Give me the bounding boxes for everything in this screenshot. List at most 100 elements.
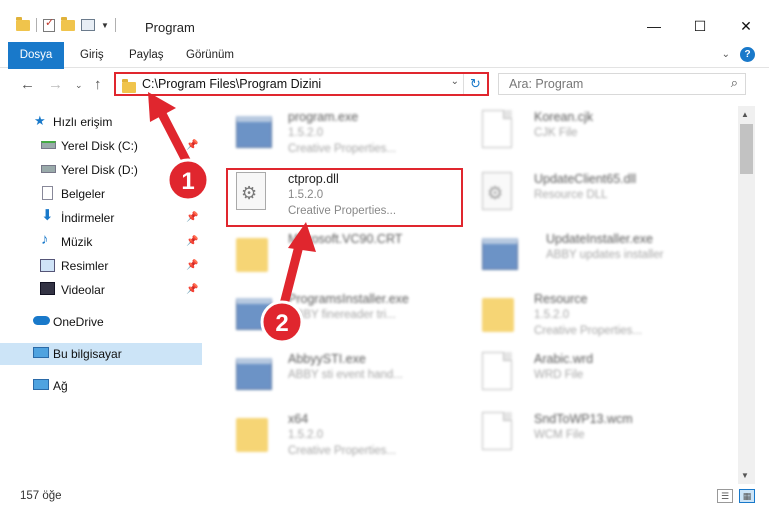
pin-icon[interactable]: 📌: [186, 236, 198, 247]
documents-icon: [42, 186, 53, 200]
search-icon[interactable]: ⌕: [731, 75, 738, 91]
file-item[interactable]: Arabic.wrd WRD File: [464, 348, 714, 404]
file-item[interactable]: SndToWP13.wcm WCM File: [464, 408, 714, 464]
pin-icon[interactable]: 📌: [186, 284, 198, 295]
back-arrow-icon[interactable]: ←: [20, 76, 35, 93]
navigation-bar: ← → ⌄ ↑ C:\Program Files\Program Dizini …: [0, 69, 769, 103]
file-item[interactable]: AbbyySTI.exe ABBY sti event hand...: [218, 348, 468, 404]
file-description: ABBY finereader tri...: [288, 309, 396, 321]
sidebar-item-videos[interactable]: Videolar 📌: [0, 279, 202, 301]
network-icon: [33, 379, 49, 390]
sidebar-item-quick-access[interactable]: ★ Hızlı erişim: [0, 111, 202, 133]
help-icon[interactable]: ?: [740, 47, 755, 62]
sidebar-item-this-pc[interactable]: Bu bilgisayar: [0, 343, 202, 365]
drive-icon: [41, 141, 56, 149]
file-name: UpdateInstaller.exe: [546, 232, 654, 246]
scroll-down-icon[interactable]: ▼: [741, 471, 749, 480]
refresh-icon[interactable]: ↻: [463, 74, 487, 94]
scrollbar-thumb[interactable]: [740, 124, 753, 174]
star-icon: ★: [34, 113, 46, 128]
pin-icon[interactable]: 📌: [186, 212, 198, 223]
sidebar-item-drive-d[interactable]: Yerel Disk (D:): [0, 159, 202, 181]
tab-view[interactable]: Görünüm: [186, 42, 234, 68]
file-name: program.exe: [288, 110, 359, 124]
minimize-button[interactable]: —: [631, 12, 677, 40]
navigation-pane: ★ Hızlı erişim Yerel Disk (C:) 📌 Yerel D…: [0, 106, 202, 486]
tab-home[interactable]: Giriş: [80, 42, 104, 68]
search-placeholder[interactable]: Ara: Program: [509, 77, 583, 91]
recent-locations-chevron-icon[interactable]: ⌄: [75, 80, 83, 91]
file-description: ABBY sti event hand...: [288, 369, 403, 381]
file-description: Creative Properties...: [288, 445, 397, 457]
sidebar-item-onedrive[interactable]: OneDrive: [0, 311, 202, 333]
title-bar: ▼ Program — ☐ ✕: [0, 0, 769, 40]
app-icon: [236, 352, 272, 394]
sidebar-item-label: Ağ: [53, 379, 68, 393]
file-name: Resource: [534, 292, 588, 306]
details-view-icon[interactable]: ☰: [717, 489, 733, 503]
folder-icon: [16, 16, 30, 31]
file-item[interactable]: Resource 1.5.2.0 Creative Properties...: [464, 288, 714, 344]
ribbon-tabs: Dosya Giriş Paylaş Görünüm ⌄ ?: [0, 42, 769, 98]
app-icon: [482, 232, 518, 274]
vertical-scrollbar[interactable]: ▲ ▼: [738, 106, 755, 484]
file-name: Microsoft.VC90.CRT: [288, 232, 403, 246]
sidebar-item-label: OneDrive: [53, 315, 104, 329]
file-type: CJK File: [534, 127, 578, 139]
file-item[interactable]: x64 1.5.2.0 Creative Properties...: [218, 408, 468, 464]
properties-check-icon[interactable]: [43, 16, 55, 32]
sidebar-item-documents[interactable]: Belgeler: [0, 183, 202, 205]
pictures-icon: [40, 259, 55, 272]
document-icon: [482, 110, 516, 152]
address-dropdown-chevron-icon[interactable]: ⌄: [451, 76, 459, 87]
sidebar-item-drive-c[interactable]: Yerel Disk (C:) 📌: [0, 135, 202, 157]
computer-icon: [33, 347, 49, 358]
file-item[interactable]: Microsoft.VC90.CRT: [218, 228, 468, 284]
file-type: WRD File: [534, 369, 584, 381]
sidebar-item-label: Hızlı erişim: [53, 115, 113, 129]
scroll-up-icon[interactable]: ▲: [741, 110, 749, 119]
file-type: Resource DLL: [534, 189, 608, 201]
file-description: Creative Properties...: [534, 325, 643, 337]
file-version: 1.5.2.0: [288, 127, 324, 139]
cloud-icon: [33, 316, 50, 325]
sidebar-item-label: Belgeler: [61, 187, 106, 201]
sidebar-item-pictures[interactable]: Resimler 📌: [0, 255, 202, 277]
maximize-button[interactable]: ☐: [677, 12, 723, 40]
file-list: program.exe 1.5.2.0 Creative Properties.…: [208, 106, 738, 484]
drive-icon: [41, 165, 56, 173]
file-item[interactable]: program.exe 1.5.2.0 Creative Properties.…: [218, 106, 468, 162]
toolbar-separator: [114, 18, 116, 32]
file-item[interactable]: ProgramsInstaller.exe ABBY finereader tr…: [218, 288, 468, 344]
sidebar-item-label: Resimler: [61, 259, 109, 273]
toolbar-separator: [36, 18, 37, 32]
file-item[interactable]: UpdateInstaller.exe ABBY updates install…: [464, 228, 714, 284]
up-arrow-icon[interactable]: ↑: [94, 76, 102, 93]
close-button[interactable]: ✕: [723, 12, 769, 40]
file-name: UpdateClient65.dll: [534, 172, 637, 186]
large-icons-view-icon[interactable]: ▦: [739, 489, 755, 503]
music-icon: ♪: [41, 231, 49, 248]
file-description: ABBY updates installer: [546, 249, 664, 261]
folder-icon: [236, 232, 270, 274]
new-folder-icon[interactable]: [61, 16, 75, 31]
pin-icon[interactable]: 📌: [186, 260, 198, 271]
address-bar[interactable]: C:\Program Files\Program Dizini ⌄ ↻: [114, 72, 489, 96]
pin-icon[interactable]: 📌: [186, 140, 198, 151]
status-bar: 157 öğe ☰ ▦: [0, 486, 769, 508]
expand-ribbon-chevron-icon[interactable]: ⌄: [722, 49, 730, 60]
customize-toolbar-icon[interactable]: [81, 19, 95, 31]
folder-icon: [236, 412, 270, 454]
document-icon: [482, 412, 516, 454]
file-item[interactable]: ⚙ UpdateClient65.dll Resource DLL: [464, 168, 714, 224]
forward-arrow-icon[interactable]: →: [48, 76, 63, 93]
tab-share[interactable]: Paylaş: [129, 42, 164, 68]
search-box[interactable]: Ara: Program ⌕: [498, 73, 746, 95]
sidebar-item-network[interactable]: Ağ: [0, 375, 202, 397]
folder-icon: [122, 79, 136, 93]
file-item[interactable]: Korean.cjk CJK File: [464, 106, 714, 162]
sidebar-item-music[interactable]: ♪ Müzik 📌: [0, 231, 202, 253]
sidebar-item-downloads[interactable]: ⬇ İndirmeler 📌: [0, 207, 202, 229]
address-path[interactable]: C:\Program Files\Program Dizini: [142, 77, 321, 91]
chevron-down-icon[interactable]: ▼: [101, 21, 109, 30]
